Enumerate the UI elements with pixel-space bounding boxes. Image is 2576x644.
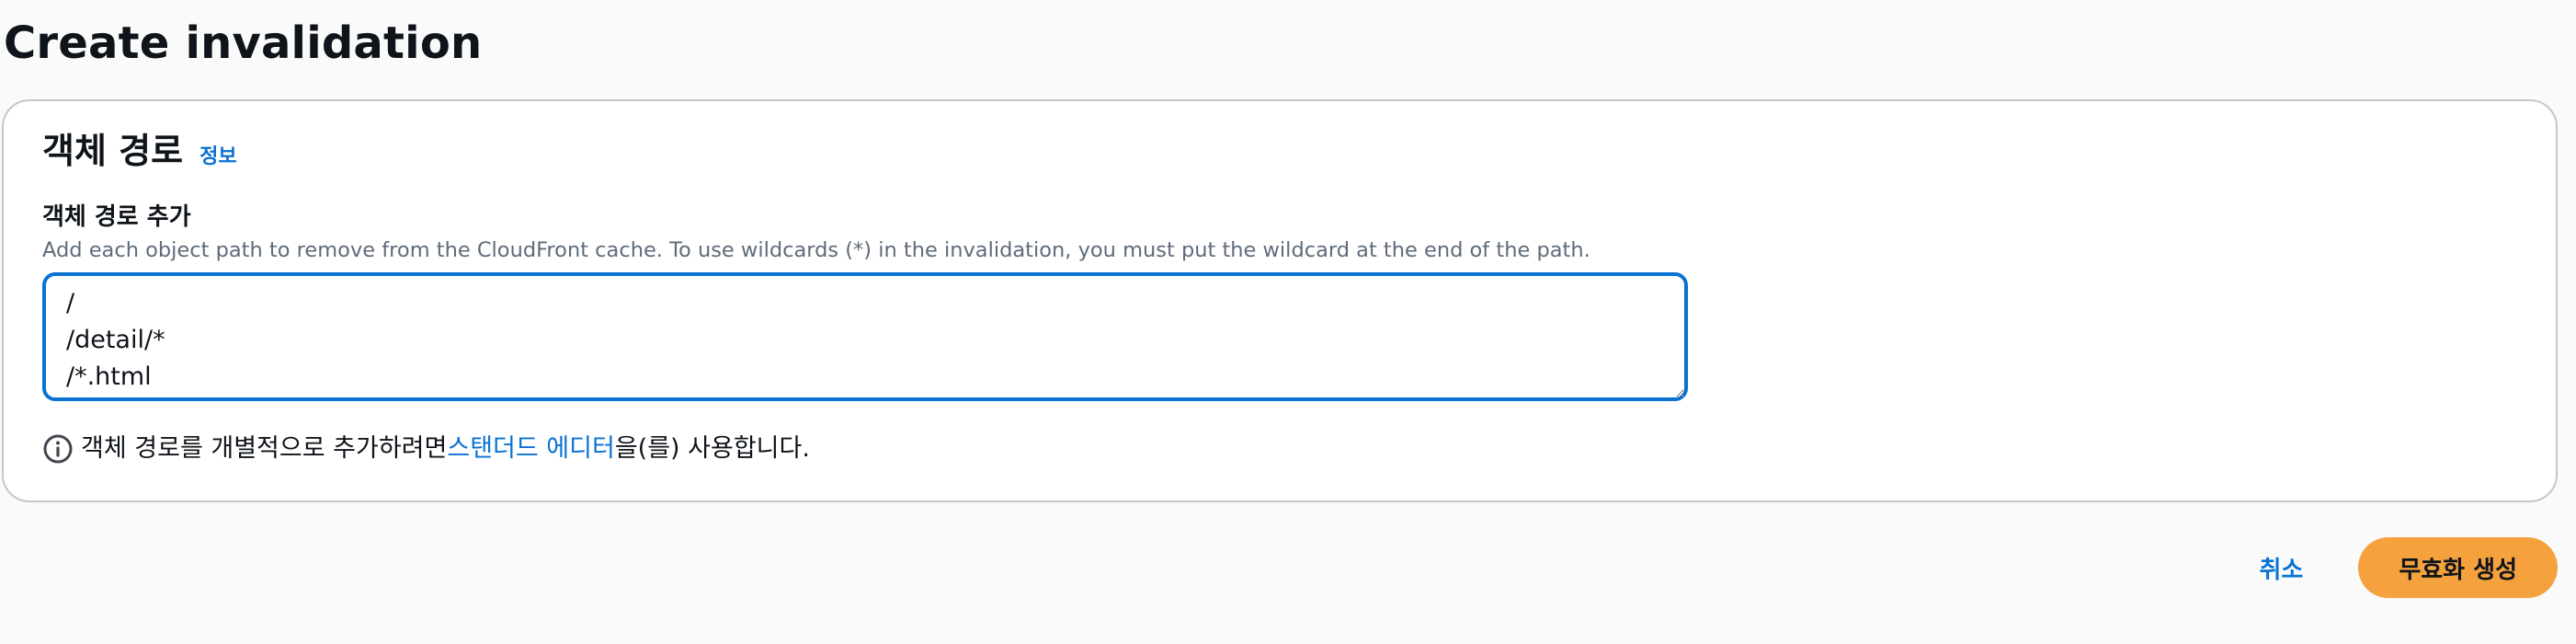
object-paths-textarea[interactable] — [42, 272, 1688, 401]
info-link[interactable]: 정보 — [199, 140, 236, 169]
create-invalidation-button[interactable]: 무효화 생성 — [2358, 537, 2558, 598]
field-label: 객체 경로 추가 — [42, 203, 191, 231]
field-description: Add each object path to remove from the … — [42, 238, 1590, 262]
standard-editor-link[interactable]: 스탠더드 에디터 — [447, 431, 614, 467]
form-actions: 취소 무효화 생성 — [2238, 537, 2558, 598]
panel-title: 객체 경로 — [42, 131, 184, 171]
info-circle-icon — [42, 433, 74, 465]
standard-editor-hint: 객체 경로를 개별적으로 추가하려면 스탠더드 에디터 을(를) 사용합니다. — [42, 431, 810, 467]
object-paths-panel: 객체 경로 정보 객체 경로 추가 Add each object path t… — [2, 99, 2558, 502]
hint-prefix: 객체 경로를 개별적으로 추가하려면 — [81, 434, 448, 463]
create-invalidation-page: Create invalidation 객체 경로 정보 객체 경로 추가 Ad… — [0, 0, 2576, 644]
page-title: Create invalidation — [4, 17, 483, 69]
hint-suffix: 을(를) 사용합니다. — [614, 434, 810, 463]
cancel-button[interactable]: 취소 — [2238, 538, 2326, 598]
panel-header: 객체 경로 정보 — [42, 127, 237, 175]
